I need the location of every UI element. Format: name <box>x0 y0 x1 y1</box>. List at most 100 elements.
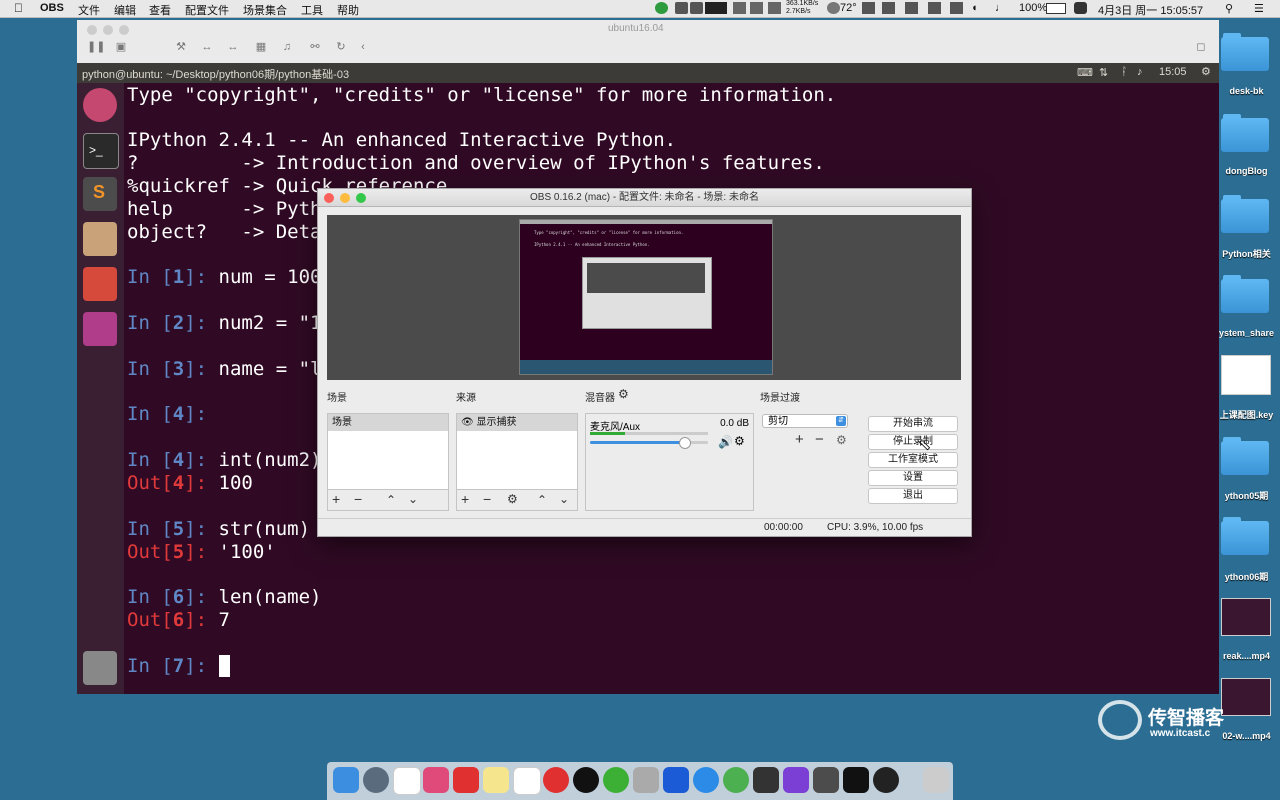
weather-icon[interactable] <box>827 2 840 14</box>
usb-icon[interactable]: ⚯ <box>307 40 323 54</box>
refresh-icon[interactable]: ↻ <box>333 40 349 54</box>
minimize-icon[interactable] <box>103 25 113 35</box>
app-icon[interactable] <box>633 767 659 793</box>
weibo-icon[interactable] <box>543 767 569 793</box>
notes-icon[interactable] <box>483 767 509 793</box>
volume-slider[interactable] <box>590 437 708 449</box>
wrench-icon[interactable]: ⚒ <box>173 40 189 54</box>
chrome-icon[interactable] <box>723 767 749 793</box>
launchpad-icon[interactable] <box>363 767 389 793</box>
scene-item[interactable]: 场景 <box>328 414 448 431</box>
menu-app-name[interactable]: OBS <box>40 2 64 14</box>
finder-icon[interactable] <box>333 767 359 793</box>
keyboard-icon[interactable]: ⌨ <box>1077 66 1093 79</box>
trash-icon[interactable] <box>923 767 949 793</box>
activity-monitor-icon[interactable] <box>705 2 727 14</box>
folder-icon[interactable] <box>1221 275 1269 313</box>
keynote-file-icon[interactable] <box>1221 355 1271 395</box>
folder-icon[interactable] <box>1221 195 1269 233</box>
sublime-icon[interactable]: S <box>83 177 117 211</box>
workspace-icon[interactable] <box>83 312 117 346</box>
battery-icon[interactable] <box>1046 3 1066 14</box>
settings-button[interactable]: 设置 <box>868 470 958 486</box>
exit-button[interactable]: 退出 <box>868 488 958 504</box>
menu-profile[interactable]: 配置文件 <box>185 2 229 18</box>
source-item[interactable]: 👁 显示捕获 <box>457 414 577 431</box>
menu-tools[interactable]: 工具 <box>301 2 323 18</box>
volume-icon[interactable]: ♪ <box>1137 66 1143 78</box>
folder-icon[interactable] <box>1221 517 1269 555</box>
notification-center-icon[interactable]: ☰ <box>1254 2 1264 15</box>
desktop-item-label[interactable]: ystem_share <box>1213 328 1280 338</box>
gear-icon[interactable]: ⚙ <box>836 433 847 447</box>
file-manager-icon[interactable] <box>83 222 117 256</box>
folder-icon[interactable] <box>1221 33 1269 71</box>
menu-help[interactable]: 帮助 <box>337 2 359 18</box>
app-s-icon[interactable] <box>1074 2 1087 14</box>
remove-transition-icon[interactable]: − <box>815 431 824 448</box>
status-green-icon[interactable] <box>655 2 668 14</box>
remove-source-icon[interactable]: − <box>483 491 491 507</box>
eye-icon[interactable]: 👁 <box>461 417 474 428</box>
trash-icon[interactable] <box>83 651 117 685</box>
folder-icon[interactable] <box>1221 114 1269 152</box>
move-up-icon[interactable]: ⌃ <box>386 493 396 507</box>
folder-icon[interactable] <box>1221 437 1269 475</box>
app-icon[interactable] <box>783 767 809 793</box>
gear-icon[interactable]: ⚙ <box>1201 65 1211 78</box>
status-icon-2[interactable] <box>690 2 703 14</box>
terminal-icon[interactable] <box>843 767 869 793</box>
video-thumbnail[interactable] <box>1221 598 1271 636</box>
ubuntu-logo-icon[interactable] <box>83 88 117 122</box>
status-icon-6[interactable] <box>882 2 895 14</box>
obs-preview[interactable]: Type "copyright", "credits" or "license"… <box>327 215 961 380</box>
status-icon-3[interactable] <box>733 2 746 14</box>
close-icon[interactable] <box>87 25 97 35</box>
menu-file[interactable]: 文件 <box>78 2 100 18</box>
gear-icon[interactable]: ⚙ <box>507 492 518 506</box>
add-scene-icon[interactable]: + <box>332 491 340 507</box>
status-icon-5[interactable] <box>862 2 875 14</box>
wifi-icon[interactable]: ◖ <box>971 2 978 14</box>
typora-icon[interactable] <box>513 767 541 795</box>
video-thumbnail[interactable] <box>1221 678 1271 716</box>
desktop-item-label[interactable]: 02-w....mp4 <box>1213 731 1280 741</box>
network-arrows-icon[interactable]: ⇅ <box>1099 66 1108 79</box>
speaker-icon[interactable]: 🔊 <box>718 435 733 449</box>
add-source-icon[interactable]: + <box>461 491 469 507</box>
zoom-icon[interactable] <box>356 193 366 203</box>
bluetooth-icon[interactable]: ᛛ <box>1121 66 1128 78</box>
move-up-icon[interactable]: ⌃ <box>537 493 547 507</box>
terminal-input-line[interactable]: In [7]: <box>127 655 230 677</box>
start-streaming-button[interactable]: 开始串流 <box>868 416 958 432</box>
status-icon-9[interactable] <box>950 2 963 14</box>
desktop-item-label[interactable]: desk-bk <box>1213 86 1280 96</box>
chevron-down-icon[interactable]: ⇵ <box>836 416 846 426</box>
network-icon[interactable]: ↔ <box>199 40 215 54</box>
minimize-icon[interactable] <box>340 193 350 203</box>
app-icon[interactable] <box>663 767 689 793</box>
disk-icon[interactable]: ▦ <box>253 40 269 54</box>
desktop-item-label[interactable]: 上课配图.key <box>1213 408 1280 421</box>
desktop-item-label[interactable]: ython05期 <box>1213 489 1280 502</box>
move-down-icon[interactable]: ⌄ <box>408 492 418 506</box>
studio-mode-button[interactable]: 工作室模式 <box>868 452 958 468</box>
settings-icon[interactable] <box>83 267 117 301</box>
app-icon[interactable] <box>453 767 479 793</box>
wechat-icon[interactable] <box>603 767 629 793</box>
clock[interactable]: 4月3日 周一 15:05:57 <box>1098 2 1203 18</box>
close-icon[interactable] <box>324 193 334 203</box>
app-icon[interactable] <box>423 767 449 793</box>
desktop-item-label[interactable]: ython06期 <box>1213 570 1280 583</box>
gear-icon[interactable]: ⚙ <box>734 434 745 448</box>
status-icon-8[interactable] <box>928 2 941 14</box>
desktop-item-label[interactable]: dongBlog <box>1213 166 1280 176</box>
network2-icon[interactable]: ↔ <box>225 40 241 54</box>
panel-clock[interactable]: 15:05 <box>1159 66 1187 78</box>
menu-edit[interactable]: 编辑 <box>114 2 136 18</box>
terminal-icon[interactable]: >_ <box>83 133 119 169</box>
scissors-icon[interactable] <box>768 2 781 14</box>
pause-icon[interactable]: ❚❚ <box>87 40 105 54</box>
sublime-icon[interactable] <box>813 767 839 793</box>
status-icon-7[interactable] <box>905 2 918 14</box>
